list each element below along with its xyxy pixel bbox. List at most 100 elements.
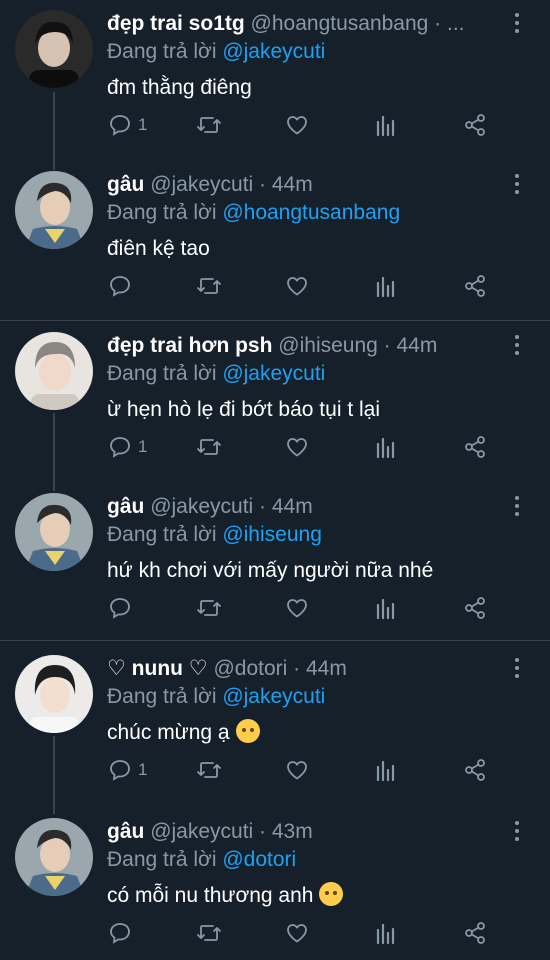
avatar[interactable] [15, 10, 93, 88]
analytics-icon [376, 276, 395, 298]
reply-button[interactable] [108, 594, 138, 622]
analytics-button[interactable] [375, 594, 397, 622]
share-button[interactable] [463, 111, 487, 139]
tweet-actions: 1 [0, 433, 550, 461]
reply-icon [110, 760, 130, 781]
replying-to: Đang trả lời @jakeycuti [107, 360, 325, 388]
analytics-button[interactable] [375, 272, 397, 300]
more-options-icon[interactable] [507, 330, 527, 360]
replying-to: Đang trả lời @jakeycuti [107, 38, 325, 66]
retweet-button[interactable] [196, 111, 222, 139]
tweet-text-content: có mỗi nu thương anh [107, 884, 314, 907]
display-name[interactable]: đẹp trai hơn psh [107, 334, 272, 357]
retweet-button[interactable] [196, 919, 222, 947]
share-icon [465, 275, 485, 297]
retweet-icon [197, 600, 221, 616]
reply-button[interactable]: 1 [108, 111, 147, 139]
divider [0, 640, 550, 641]
analytics-button[interactable] [375, 433, 397, 461]
tweet-actions: 1 [0, 756, 550, 784]
reply-icon [110, 276, 130, 297]
reply-icon [110, 598, 130, 619]
reply-count: 1 [138, 760, 148, 779]
handle-time[interactable]: @jakeycuti · 43m [150, 820, 313, 843]
tweet[interactable]: đẹp trai hơn psh @ihiseung · 44m Đang tr… [0, 322, 550, 482]
reply-button[interactable]: 1 [108, 433, 147, 461]
like-button[interactable] [285, 919, 309, 947]
tweet-text-content: chúc mừng ạ [107, 721, 230, 744]
retweet-button[interactable] [196, 756, 222, 784]
tweet-text-content: hứ kh chơi với mấy người nữa nhé [107, 559, 434, 582]
tweet-text: có mỗi nu thương anh [107, 882, 344, 910]
share-button[interactable] [463, 272, 487, 300]
retweet-button[interactable] [196, 433, 222, 461]
analytics-button[interactable] [375, 756, 397, 784]
share-icon [465, 597, 485, 619]
analytics-button[interactable] [375, 919, 397, 947]
heart-icon [287, 277, 307, 296]
analytics-icon [376, 760, 395, 782]
display-name[interactable]: gâu [107, 495, 144, 518]
handle-time[interactable]: @ihiseung · 44m [278, 334, 437, 357]
tweet[interactable]: đẹp trai so1tg @hoangtusanbang · ... Đan… [0, 0, 550, 160]
avatar[interactable] [15, 171, 93, 249]
avatar[interactable] [15, 655, 93, 733]
tweet[interactable]: gâu @jakeycuti · 43m Đang trả lời @dotor… [0, 808, 550, 960]
tweet-text-content: đm thằng điêng [107, 76, 252, 99]
analytics-icon [376, 115, 395, 137]
reply-button[interactable] [108, 919, 138, 947]
tweet-text: đm thằng điêng [107, 74, 252, 102]
replying-to: Đang trả lời @jakeycuti [107, 683, 325, 711]
share-button[interactable] [463, 433, 487, 461]
mention-link[interactable]: @hoangtusanbang [222, 201, 400, 224]
mention-link[interactable]: @jakeycuti [222, 685, 325, 708]
handle-time[interactable]: @hoangtusanbang · ... [251, 12, 465, 35]
share-button[interactable] [463, 919, 487, 947]
mention-link[interactable]: @jakeycuti [222, 362, 325, 385]
tweet-text-content: điên kệ tao [107, 237, 210, 260]
mention-link[interactable]: @jakeycuti [222, 40, 325, 63]
like-button[interactable] [285, 756, 309, 784]
like-button[interactable] [285, 594, 309, 622]
mention-link[interactable]: @dotori [222, 848, 296, 871]
like-button[interactable] [285, 111, 309, 139]
like-button[interactable] [285, 433, 309, 461]
like-button[interactable] [285, 272, 309, 300]
retweet-icon [197, 925, 221, 941]
reply-button[interactable]: 1 [108, 756, 147, 784]
reply-button[interactable] [108, 272, 138, 300]
share-button[interactable] [463, 756, 487, 784]
tweet-text: điên kệ tao [107, 235, 210, 263]
analytics-icon [376, 598, 395, 620]
more-options-icon[interactable] [507, 816, 527, 846]
handle-time[interactable]: @jakeycuti · 44m [150, 495, 313, 518]
retweet-button[interactable] [196, 272, 222, 300]
avatar[interactable] [15, 493, 93, 571]
more-options-icon[interactable] [507, 8, 527, 38]
display-name[interactable]: ♡ nunu ♡ [107, 657, 208, 680]
share-button[interactable] [463, 594, 487, 622]
analytics-button[interactable] [375, 111, 397, 139]
handle-time[interactable]: @jakeycuti · 44m [150, 173, 313, 196]
avatar[interactable] [15, 332, 93, 410]
tweet-actions: 1 [0, 111, 550, 139]
tweet[interactable]: ♡ nunu ♡ @dotori · 44m Đang trả lời @jak… [0, 645, 550, 805]
avatar[interactable] [15, 818, 93, 896]
mention-link[interactable]: @ihiseung [222, 523, 322, 546]
more-options-icon[interactable] [507, 653, 527, 683]
tweet-actions [0, 919, 550, 947]
tweet[interactable]: gâu @jakeycuti · 44m Đang trả lời @hoang… [0, 161, 550, 321]
reply-prefix: Đang trả lời [107, 848, 217, 871]
reply-icon [110, 923, 130, 944]
handle-time[interactable]: @dotori · 44m [213, 657, 346, 680]
display-name[interactable]: gâu [107, 820, 144, 843]
share-icon [465, 759, 485, 781]
display-name[interactable]: đẹp trai so1tg [107, 12, 245, 35]
heart-icon [287, 116, 307, 135]
retweet-button[interactable] [196, 594, 222, 622]
tweet[interactable]: gâu @jakeycuti · 44m Đang trả lời @ihise… [0, 483, 550, 638]
display-name[interactable]: gâu [107, 173, 144, 196]
more-options-icon[interactable] [507, 491, 527, 521]
more-options-icon[interactable] [507, 169, 527, 199]
analytics-icon [376, 923, 395, 945]
